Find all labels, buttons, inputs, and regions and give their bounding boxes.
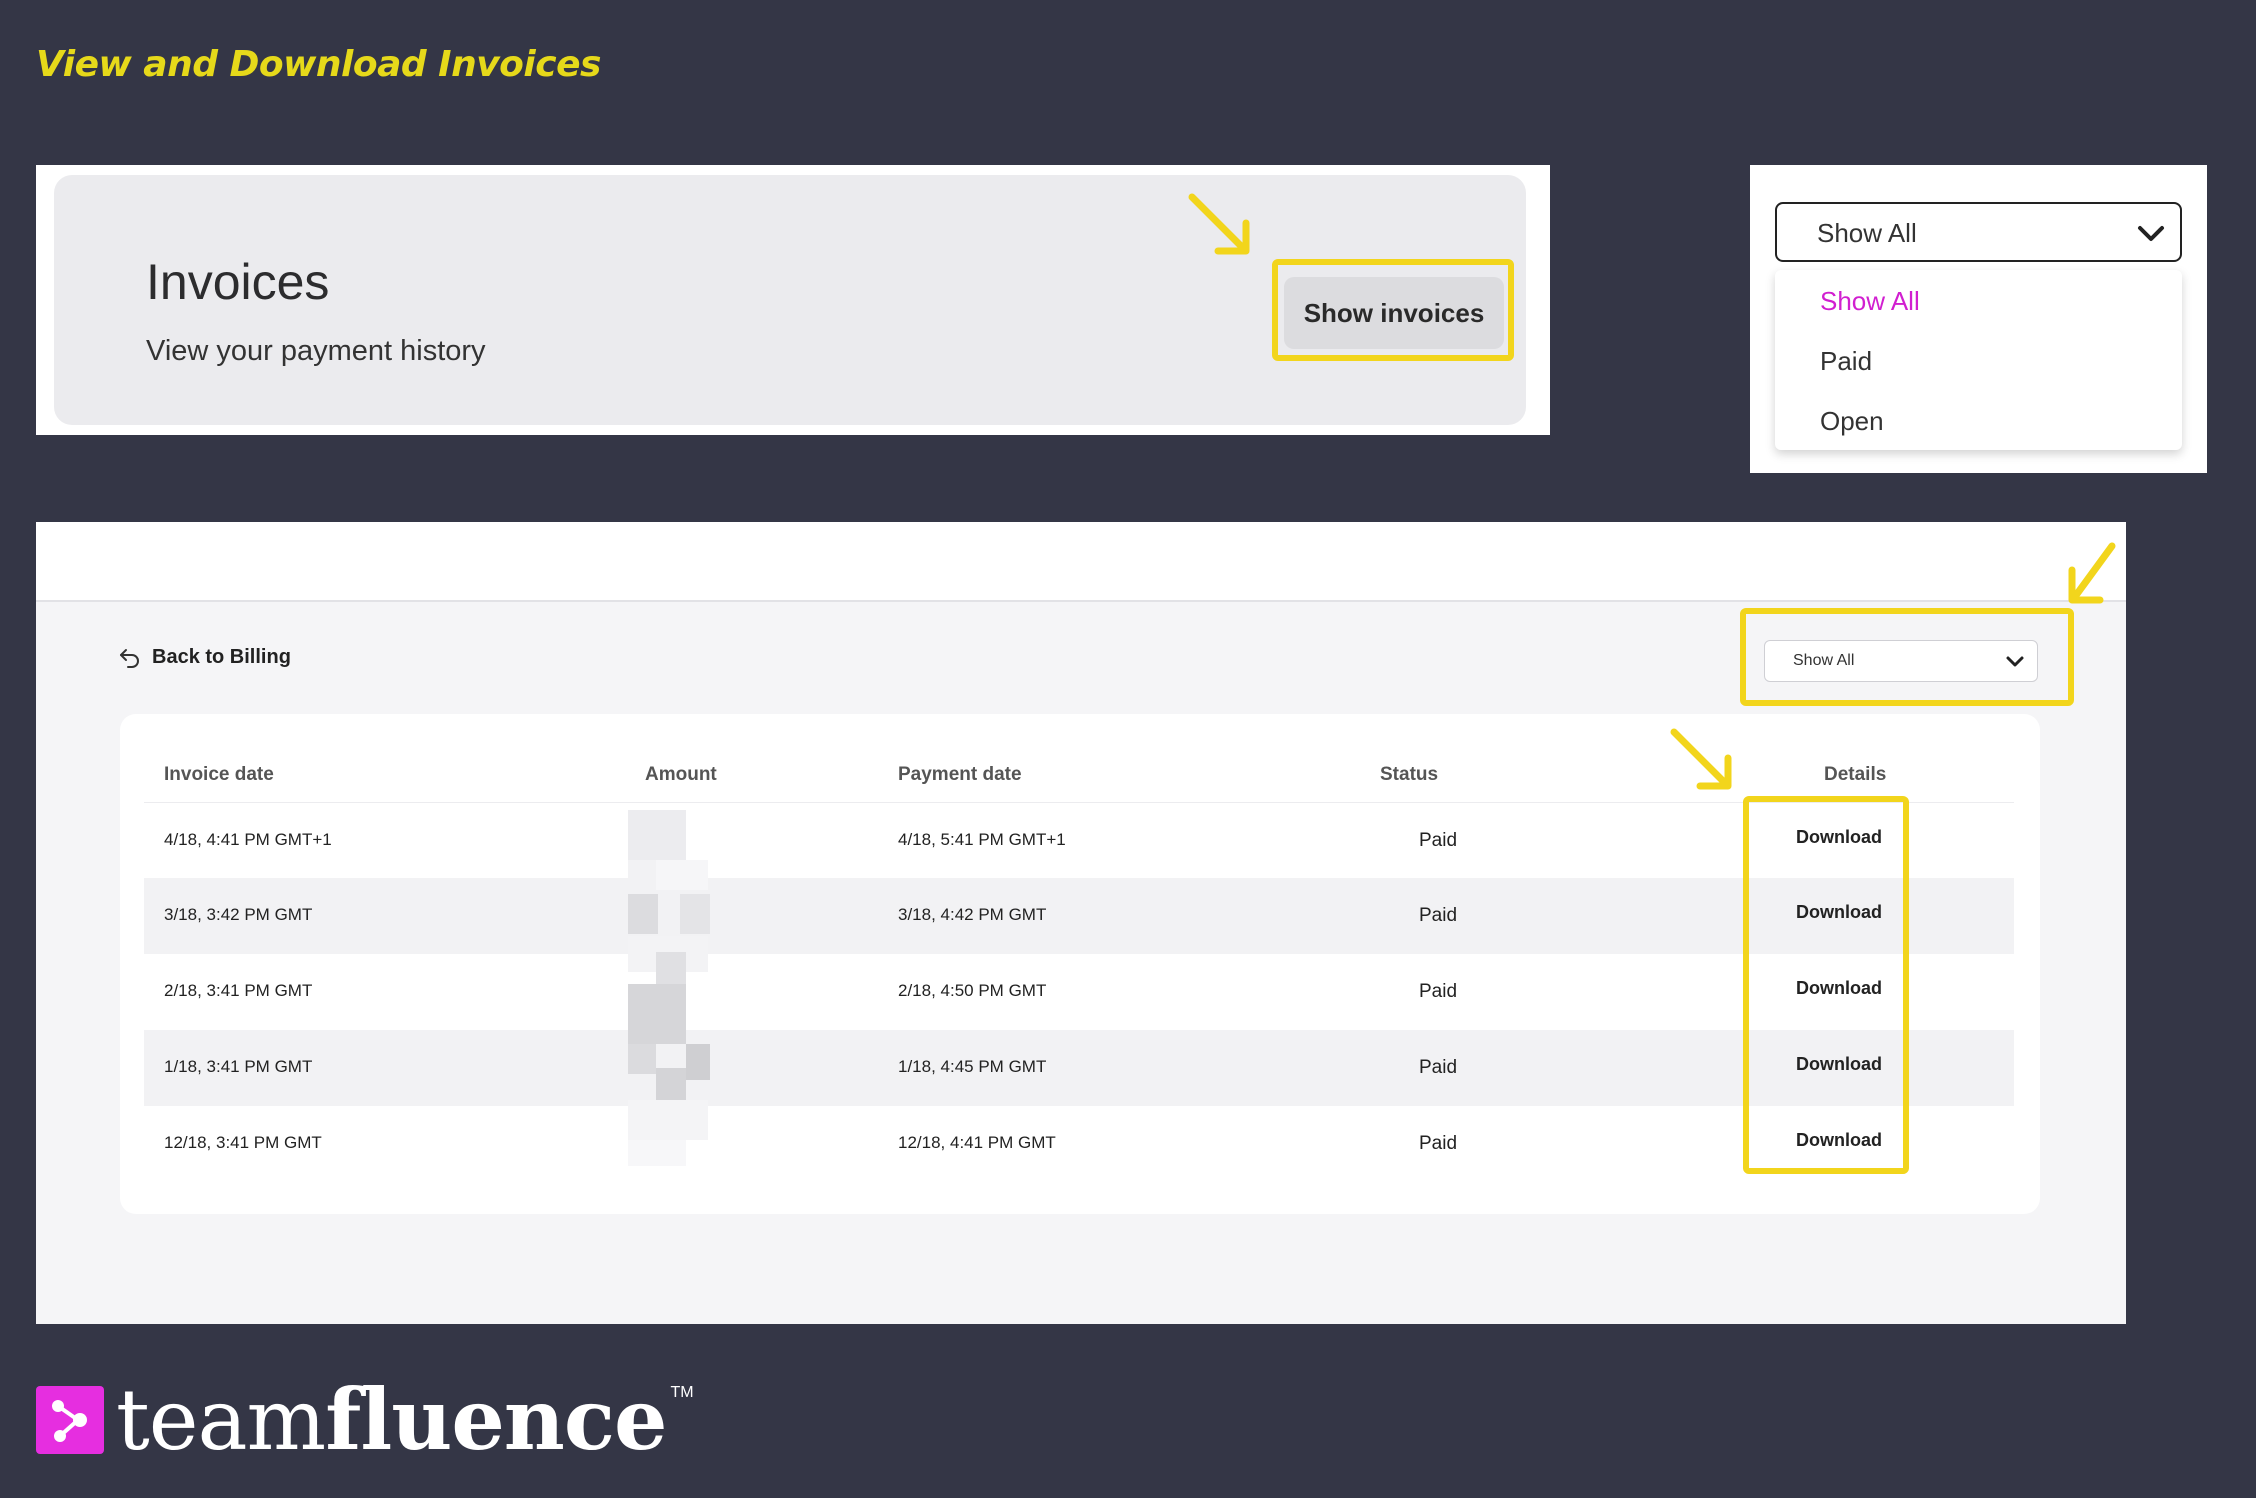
payment-date-cell: 3/18, 4:42 PM GMT bbox=[898, 905, 1047, 924]
highlight-box-download bbox=[1743, 796, 1909, 1174]
header-invoice-date: Invoice date bbox=[164, 764, 274, 785]
invoice-date-cell: 2/18, 3:41 PM GMT bbox=[164, 981, 313, 1000]
arrow-pointer-icon bbox=[1670, 728, 1732, 790]
back-to-billing-link[interactable]: Back to Billing bbox=[118, 646, 291, 669]
invoice-date-cell: 4/18, 4:41 PM GMT+1 bbox=[164, 830, 332, 849]
highlight-box-filter bbox=[1740, 608, 2074, 706]
invoice-date-cell: 12/18, 3:41 PM GMT bbox=[164, 1133, 322, 1152]
page-heading: View and Download Invoices bbox=[36, 44, 601, 85]
table-row: 1/18, 3:41 PM GMT 1/18, 4:45 PM GMT Paid… bbox=[144, 1030, 2014, 1106]
logo-wordmark: teamfluence bbox=[116, 1370, 667, 1470]
header-status: Status bbox=[1380, 764, 1439, 785]
status-cell: Paid bbox=[1419, 830, 1458, 851]
filter-option-open[interactable]: Open bbox=[1820, 406, 1884, 437]
teamfluence-logo-icon bbox=[36, 1386, 104, 1454]
payment-date-cell: 4/18, 5:41 PM GMT+1 bbox=[898, 830, 1066, 849]
arrow-pointer-icon bbox=[2068, 542, 2116, 604]
filter-select-value: Show All bbox=[1817, 218, 1917, 248]
status-cell: Paid bbox=[1419, 905, 1458, 926]
status-cell: Paid bbox=[1419, 981, 1458, 1002]
invoice-list-panel: Back to Billing Show All Invoice date Am… bbox=[36, 522, 2126, 1324]
status-cell: Paid bbox=[1419, 1057, 1458, 1078]
top-bar bbox=[36, 522, 2126, 602]
back-to-billing-label: Back to Billing bbox=[152, 646, 291, 668]
table-row: 4/18, 4:41 PM GMT+1 4/18, 5:41 PM GMT+1 … bbox=[144, 802, 2014, 879]
highlight-box-show-invoices bbox=[1272, 259, 1514, 361]
invoice-date-cell: 3/18, 3:42 PM GMT bbox=[164, 905, 313, 924]
invoices-title: Invoices bbox=[146, 254, 330, 310]
logo-text-bold: fluence bbox=[325, 1370, 667, 1469]
payment-date-cell: 1/18, 4:45 PM GMT bbox=[898, 1057, 1047, 1076]
logo-text-light: team bbox=[116, 1371, 326, 1469]
table-row: 2/18, 3:41 PM GMT 2/18, 4:50 PM GMT Paid… bbox=[144, 954, 2014, 1030]
trademark-mark: TM bbox=[670, 1384, 694, 1401]
payment-date-cell: 12/18, 4:41 PM GMT bbox=[898, 1133, 1056, 1152]
chevron-down-icon bbox=[2138, 226, 2164, 241]
payment-date-cell: 2/18, 4:50 PM GMT bbox=[898, 981, 1047, 1000]
back-arrow-icon bbox=[120, 648, 139, 668]
table-row: 3/18, 3:42 PM GMT 3/18, 4:42 PM GMT Paid… bbox=[144, 878, 2014, 954]
teamfluence-logo: teamfluence TM bbox=[36, 1370, 694, 1470]
filter-dropdown-panel: Show All Show All Paid Open bbox=[1750, 165, 2207, 473]
filter-select[interactable]: Show All bbox=[1775, 202, 2182, 262]
invoices-subtitle: View your payment history bbox=[146, 335, 486, 367]
header-amount: Amount bbox=[645, 764, 717, 785]
invoices-panel: Invoices View your payment history Show … bbox=[36, 165, 1550, 435]
filter-options-menu: Show All Paid Open bbox=[1775, 270, 2182, 450]
invoice-date-cell: 1/18, 3:41 PM GMT bbox=[164, 1057, 313, 1076]
filter-option-show-all[interactable]: Show All bbox=[1820, 286, 1920, 317]
status-cell: Paid bbox=[1419, 1133, 1458, 1154]
invoices-card: Invoices View your payment history Show … bbox=[54, 175, 1526, 425]
header-payment-date: Payment date bbox=[898, 764, 1022, 785]
header-details: Details bbox=[1824, 764, 1887, 785]
arrow-pointer-icon bbox=[1188, 193, 1250, 255]
filter-option-paid[interactable]: Paid bbox=[1820, 346, 1872, 377]
table-row: 12/18, 3:41 PM GMT 12/18, 4:41 PM GMT Pa… bbox=[144, 1106, 2014, 1182]
